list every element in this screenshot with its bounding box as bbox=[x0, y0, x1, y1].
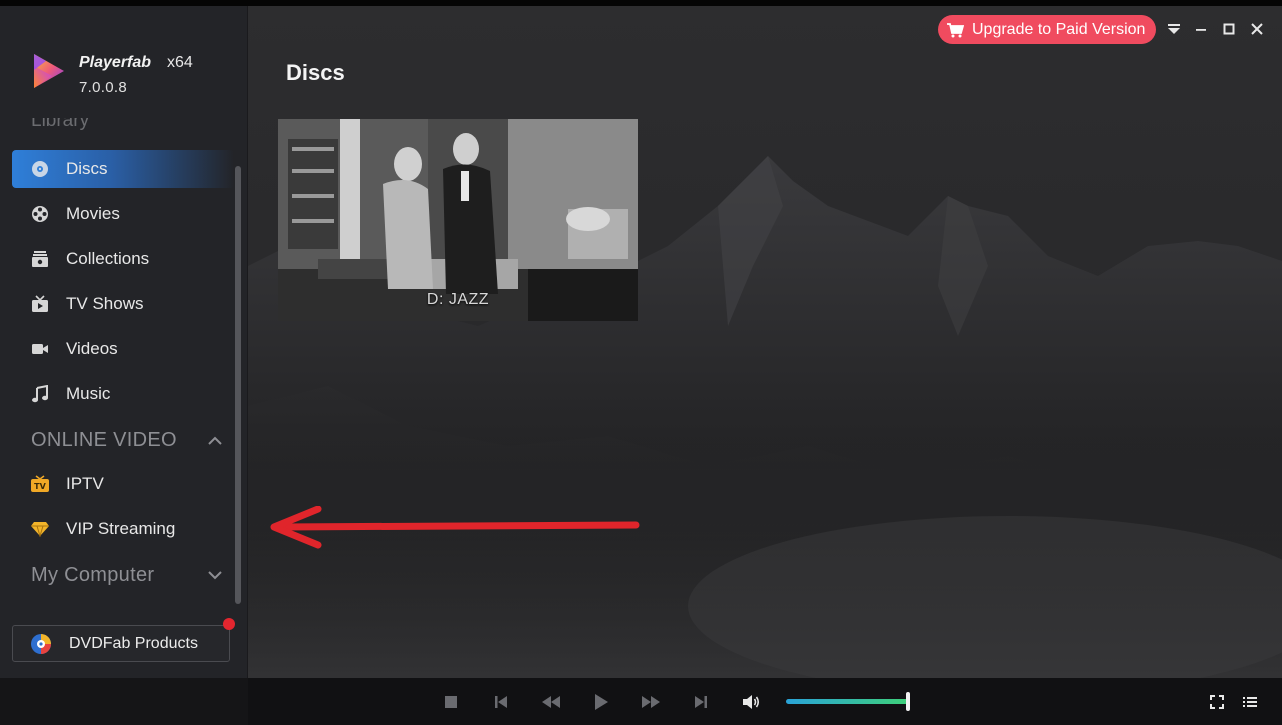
app-version: 7.0.0.8 bbox=[79, 79, 127, 96]
volume-slider[interactable] bbox=[786, 699, 908, 704]
film-reel-icon bbox=[12, 195, 66, 233]
volume-thumb[interactable] bbox=[906, 692, 910, 711]
sidebar-item-discs[interactable]: Discs bbox=[12, 150, 234, 188]
next-icon[interactable] bbox=[690, 691, 712, 713]
app-window: Playerfab x64 7.0.0.8 Library Discs Movi… bbox=[0, 0, 1282, 725]
sidebar-item-label: IPTV bbox=[66, 474, 104, 493]
sidebar-item-label: Movies bbox=[66, 204, 120, 223]
dvdfab-logo-icon bbox=[13, 633, 69, 655]
player-bar bbox=[0, 678, 1282, 725]
sidebar-item-label: TV Shows bbox=[66, 294, 144, 313]
fast-forward-icon[interactable] bbox=[640, 691, 662, 713]
music-note-icon bbox=[12, 375, 66, 413]
chevron-up-icon[interactable] bbox=[206, 432, 224, 450]
volume-icon[interactable] bbox=[740, 691, 762, 713]
my-computer-section-header[interactable]: My Computer bbox=[31, 564, 154, 587]
sidebar-item-collections[interactable]: Collections bbox=[12, 240, 234, 278]
app-arch: x64 bbox=[167, 54, 193, 71]
annotation-arrow bbox=[270, 506, 640, 549]
chevron-down-icon[interactable] bbox=[206, 566, 224, 584]
dvdfab-products-label: DVDFab Products bbox=[69, 634, 198, 652]
main-content: Discs Upgrade to Paid Version D: JAZZ bbox=[248, 6, 1282, 678]
sidebar-item-iptv[interactable]: TV IPTV bbox=[12, 465, 234, 503]
sidebar-item-label: Music bbox=[66, 384, 111, 403]
disc-icon bbox=[12, 150, 66, 188]
iptv-icon: TV bbox=[12, 465, 66, 503]
menu-dropdown-icon[interactable] bbox=[1163, 18, 1185, 40]
page-title: Discs bbox=[286, 60, 345, 85]
app-brand: Playerfab bbox=[79, 54, 152, 71]
upgrade-label: Upgrade to Paid Version bbox=[972, 20, 1146, 38]
sidebar-item-videos[interactable]: Videos bbox=[12, 330, 234, 368]
previous-icon[interactable] bbox=[490, 691, 512, 713]
disc-card[interactable]: D: JAZZ bbox=[278, 119, 638, 321]
tv-icon bbox=[12, 285, 66, 323]
sidebar-scrollbar[interactable] bbox=[235, 166, 241, 604]
playerfab-logo-icon bbox=[34, 54, 64, 88]
sidebar-item-label: VIP Streaming bbox=[66, 519, 176, 538]
play-icon[interactable] bbox=[590, 691, 612, 713]
close-icon[interactable] bbox=[1246, 18, 1268, 40]
playlist-icon[interactable] bbox=[1239, 691, 1261, 713]
notification-dot bbox=[223, 618, 235, 630]
maximize-icon[interactable] bbox=[1218, 18, 1240, 40]
disc-label: D: JAZZ bbox=[426, 291, 490, 308]
stop-icon[interactable] bbox=[440, 691, 462, 713]
online-video-section-header[interactable]: ONLINE VIDEO bbox=[31, 429, 177, 452]
mountain-background bbox=[248, 6, 1282, 678]
library-section-header: Library bbox=[31, 118, 90, 131]
volume-fill bbox=[786, 699, 908, 704]
player-bar-left bbox=[0, 678, 248, 725]
fullscreen-icon[interactable] bbox=[1206, 691, 1228, 713]
diamond-icon bbox=[12, 510, 66, 548]
minimize-icon[interactable] bbox=[1190, 18, 1212, 40]
dvdfab-products-button[interactable]: DVDFab Products bbox=[12, 618, 235, 662]
upgrade-button[interactable]: Upgrade to Paid Version bbox=[938, 15, 1156, 44]
sidebar-item-label: Videos bbox=[66, 339, 118, 358]
video-camera-icon bbox=[12, 330, 66, 368]
sidebar-item-movies[interactable]: Movies bbox=[12, 195, 234, 233]
svg-text:TV: TV bbox=[34, 482, 46, 491]
sidebar-item-label: Discs bbox=[66, 159, 108, 178]
sidebar-item-label: Collections bbox=[66, 249, 150, 268]
sidebar-item-music[interactable]: Music bbox=[12, 375, 234, 413]
sidebar-item-vip-streaming[interactable]: VIP Streaming bbox=[12, 510, 234, 548]
sidebar: Playerfab x64 7.0.0.8 Library Discs Movi… bbox=[0, 6, 248, 678]
collections-icon bbox=[12, 240, 66, 278]
cart-icon bbox=[938, 22, 972, 38]
sidebar-item-tv-shows[interactable]: TV Shows bbox=[12, 285, 234, 323]
rewind-icon[interactable] bbox=[540, 691, 562, 713]
